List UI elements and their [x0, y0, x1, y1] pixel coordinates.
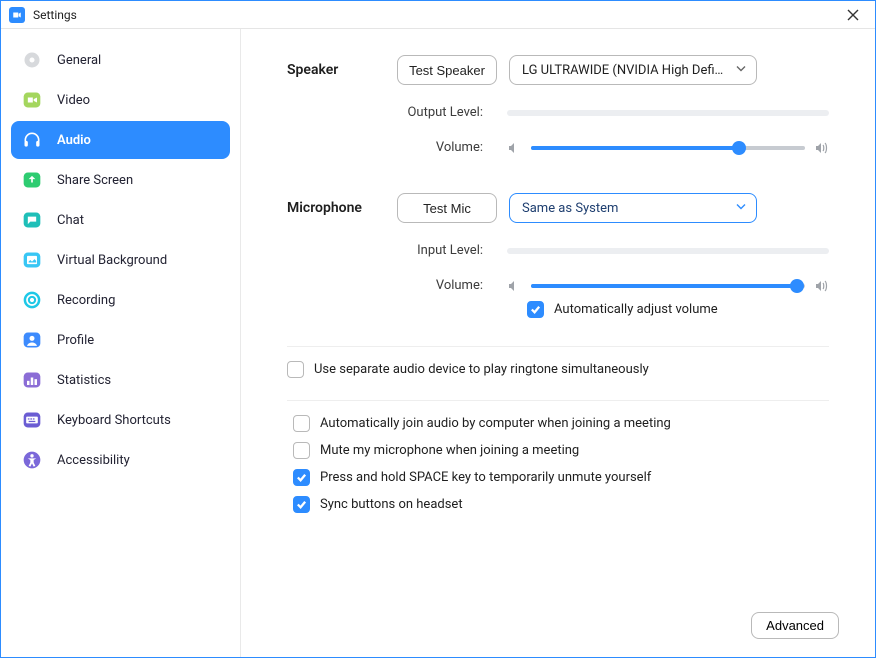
option-label: Mute my microphone when joining a meetin…	[320, 443, 579, 458]
sidebar-item-virtual-background[interactable]: Virtual Background	[11, 241, 230, 279]
speaker-volume-label: Volume:	[287, 140, 497, 155]
ringtone-checkbox[interactable]	[287, 361, 304, 378]
sidebar-item-recording[interactable]: Recording	[11, 281, 230, 319]
volume-low-icon	[507, 280, 521, 292]
sidebar-item-label: Virtual Background	[57, 253, 167, 268]
microphone-device-select[interactable]: Same as System	[509, 193, 757, 223]
close-button[interactable]	[839, 1, 867, 29]
microphone-section: Microphone Test Mic Same as System Input…	[287, 193, 829, 347]
chevron-down-icon	[736, 201, 746, 216]
test-mic-button[interactable]: Test Mic	[397, 193, 497, 223]
auto-adjust-row: Automatically adjust volume	[527, 301, 829, 318]
input-level-label: Input Level:	[287, 243, 497, 258]
volume-high-icon	[815, 280, 829, 292]
sidebar-item-keyboard-shortcuts[interactable]: Keyboard Shortcuts	[11, 401, 230, 439]
sidebar-item-chat[interactable]: Chat	[11, 201, 230, 239]
body: General Video Audio Share Screen	[1, 29, 875, 657]
option-checkbox-space-unmute[interactable]	[293, 469, 310, 486]
volume-low-icon	[507, 142, 521, 154]
sidebar-item-label: Video	[57, 93, 90, 108]
keyboard-icon	[21, 409, 43, 431]
app-icon	[9, 7, 25, 23]
mic-volume-slider[interactable]	[531, 279, 805, 293]
accessibility-icon	[21, 449, 43, 471]
advanced-button[interactable]: Advanced	[751, 612, 839, 639]
sidebar-item-audio[interactable]: Audio	[11, 121, 230, 159]
output-level-label: Output Level:	[287, 105, 497, 120]
volume-high-icon	[815, 142, 829, 154]
option-label: Press and hold SPACE key to temporarily …	[320, 470, 651, 485]
close-icon	[847, 9, 859, 21]
chevron-down-icon	[736, 63, 746, 78]
option-row: Automatically join audio by computer whe…	[293, 415, 829, 432]
ringtone-label: Use separate audio device to play ringto…	[314, 362, 649, 377]
output-level-meter	[507, 110, 829, 116]
microphone-device-value: Same as System	[522, 201, 618, 216]
content-pane: Speaker Test Speaker LG ULTRAWIDE (NVIDI…	[241, 29, 875, 657]
sidebar-item-label: Share Screen	[57, 173, 133, 188]
microphone-heading: Microphone	[287, 200, 397, 216]
mic-volume-label: Volume:	[287, 278, 497, 293]
speaker-device-value: LG ULTRAWIDE (NVIDIA High Defi…	[522, 63, 723, 78]
sidebar-item-label: Keyboard Shortcuts	[57, 413, 171, 428]
option-label: Sync buttons on headset	[320, 497, 463, 512]
sidebar-item-label: General	[57, 53, 101, 68]
sidebar-item-general[interactable]: General	[11, 41, 230, 79]
window-title: Settings	[33, 8, 77, 22]
gear-icon	[21, 49, 43, 71]
speaker-heading: Speaker	[287, 62, 397, 78]
sidebar-item-label: Audio	[57, 133, 91, 148]
ringtone-section: Use separate audio device to play ringto…	[287, 361, 829, 401]
speaker-section: Speaker Test Speaker LG ULTRAWIDE (NVIDI…	[287, 55, 829, 193]
test-speaker-button[interactable]: Test Speaker	[397, 55, 497, 85]
settings-window: Settings General Video	[0, 0, 876, 658]
option-row: Mute my microphone when joining a meetin…	[293, 442, 829, 459]
sidebar-item-label: Accessibility	[57, 453, 130, 468]
sidebar: General Video Audio Share Screen	[1, 29, 241, 657]
sidebar-item-label: Profile	[57, 333, 94, 348]
statistics-icon	[21, 369, 43, 391]
option-checkbox-mute-mic[interactable]	[293, 442, 310, 459]
video-icon	[21, 89, 43, 111]
sidebar-item-statistics[interactable]: Statistics	[11, 361, 230, 399]
profile-icon	[21, 329, 43, 351]
sidebar-item-share-screen[interactable]: Share Screen	[11, 161, 230, 199]
speaker-volume-slider[interactable]	[531, 141, 805, 155]
virtual-background-icon	[21, 249, 43, 271]
sidebar-item-video[interactable]: Video	[11, 81, 230, 119]
speaker-device-select[interactable]: LG ULTRAWIDE (NVIDIA High Defi…	[509, 55, 757, 85]
share-screen-icon	[21, 169, 43, 191]
options-section: Automatically join audio by computer whe…	[287, 415, 829, 513]
sidebar-item-label: Statistics	[57, 373, 111, 388]
titlebar: Settings	[1, 1, 875, 29]
headphones-icon	[21, 129, 43, 151]
chat-icon	[21, 209, 43, 231]
sidebar-item-label: Chat	[57, 213, 84, 228]
auto-adjust-label: Automatically adjust volume	[554, 302, 718, 317]
sidebar-item-accessibility[interactable]: Accessibility	[11, 441, 230, 479]
option-checkbox-auto-join[interactable]	[293, 415, 310, 432]
recording-icon	[21, 289, 43, 311]
option-row: Press and hold SPACE key to temporarily …	[293, 469, 829, 486]
auto-adjust-checkbox[interactable]	[527, 301, 544, 318]
option-label: Automatically join audio by computer whe…	[320, 416, 671, 431]
input-level-meter	[507, 248, 829, 254]
option-row: Sync buttons on headset	[293, 496, 829, 513]
ringtone-row: Use separate audio device to play ringto…	[287, 361, 829, 378]
sidebar-item-label: Recording	[57, 293, 115, 308]
sidebar-item-profile[interactable]: Profile	[11, 321, 230, 359]
option-checkbox-sync-headset[interactable]	[293, 496, 310, 513]
